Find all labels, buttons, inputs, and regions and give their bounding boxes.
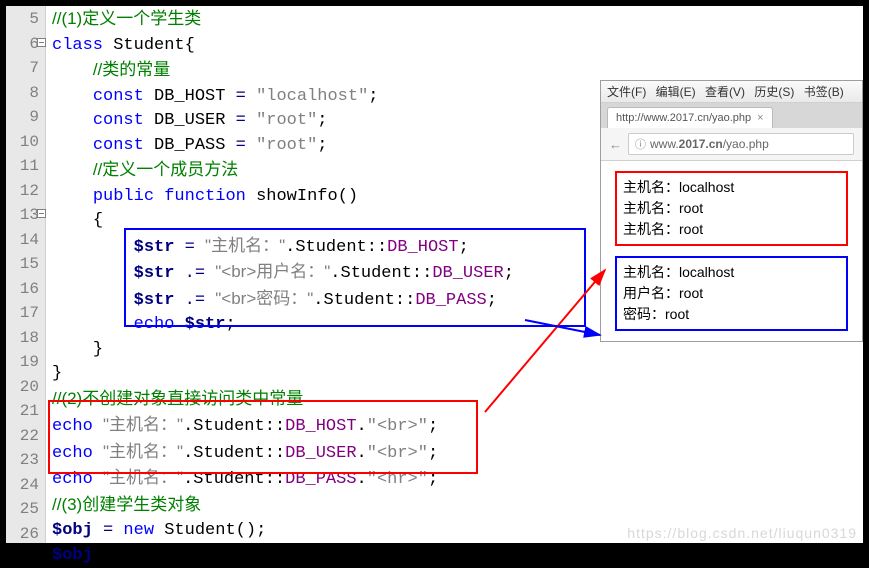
line-number: 19 [6, 350, 45, 375]
browser-window: 文件(F) 编辑(E) 查看(V) 历史(S) 书签(B) http://www… [600, 80, 863, 342]
browser-viewport: 主机名：localhost 主机名：root 主机名：root 主机名：loca… [601, 161, 862, 341]
line-number: 24 [6, 473, 45, 498]
browser-menu-bar[interactable]: 文件(F) 编辑(E) 查看(V) 历史(S) 书签(B) [601, 81, 862, 103]
line-number-gutter: 567891011121314151617181920212223242526 [6, 6, 46, 543]
output-line: 主机名：root [623, 198, 840, 219]
line-number: 6 [6, 32, 45, 57]
output-line: 主机名：localhost [623, 177, 840, 198]
line-number: 22 [6, 424, 45, 449]
output-block-1: 主机名：localhost 主机名：root 主机名：root [615, 171, 848, 246]
output-line: 密码：root [623, 304, 840, 325]
menu-edit[interactable]: 编辑(E) [656, 85, 696, 99]
line-number: 16 [6, 277, 45, 302]
line-number: 8 [6, 81, 45, 106]
line-number: 13 [6, 203, 45, 228]
line-number: 25 [6, 497, 45, 522]
output-line: 主机名：root [623, 219, 840, 240]
close-icon[interactable]: × [757, 112, 763, 124]
line-number: 21 [6, 399, 45, 424]
output-line: 用户名：root [623, 283, 840, 304]
output-block-2: 主机名：localhost 用户名：root 密码：root [615, 256, 848, 331]
line-number: 14 [6, 228, 45, 253]
line-number: 10 [6, 130, 45, 155]
menu-file[interactable]: 文件(F) [607, 85, 646, 99]
url-input[interactable]: ⓘ www.2017.cn/yao.php [628, 133, 854, 155]
line-number: 17 [6, 301, 45, 326]
line-number: 9 [6, 105, 45, 130]
menu-view[interactable]: 查看(V) [705, 85, 745, 99]
line-number: 7 [6, 56, 45, 81]
tab-title: http://www.2017.cn/yao.php [616, 112, 751, 124]
line-number: 11 [6, 154, 45, 179]
menu-history[interactable]: 历史(S) [754, 85, 794, 99]
output-line: 主机名：localhost [623, 262, 840, 283]
back-icon[interactable]: ← [609, 137, 622, 152]
line-number: 23 [6, 448, 45, 473]
line-number: 15 [6, 252, 45, 277]
line-number: 5 [6, 7, 45, 32]
watermark: https://blog.csdn.net/liuqun0319 [627, 525, 857, 541]
line-number: 12 [6, 179, 45, 204]
info-icon[interactable]: ⓘ [635, 136, 646, 152]
browser-tab[interactable]: http://www.2017.cn/yao.php × [607, 107, 773, 128]
line-number: 20 [6, 375, 45, 400]
menu-bookmark[interactable]: 书签(B) [804, 85, 844, 99]
comment: //(1)定义一个学生类 [52, 9, 201, 28]
address-bar: ← ⓘ www.2017.cn/yao.php [601, 128, 862, 161]
line-number: 18 [6, 326, 45, 351]
line-number: 26 [6, 522, 45, 547]
fold-icon[interactable] [37, 209, 46, 218]
tab-strip: http://www.2017.cn/yao.php × [601, 103, 862, 128]
fold-icon[interactable] [37, 38, 46, 47]
